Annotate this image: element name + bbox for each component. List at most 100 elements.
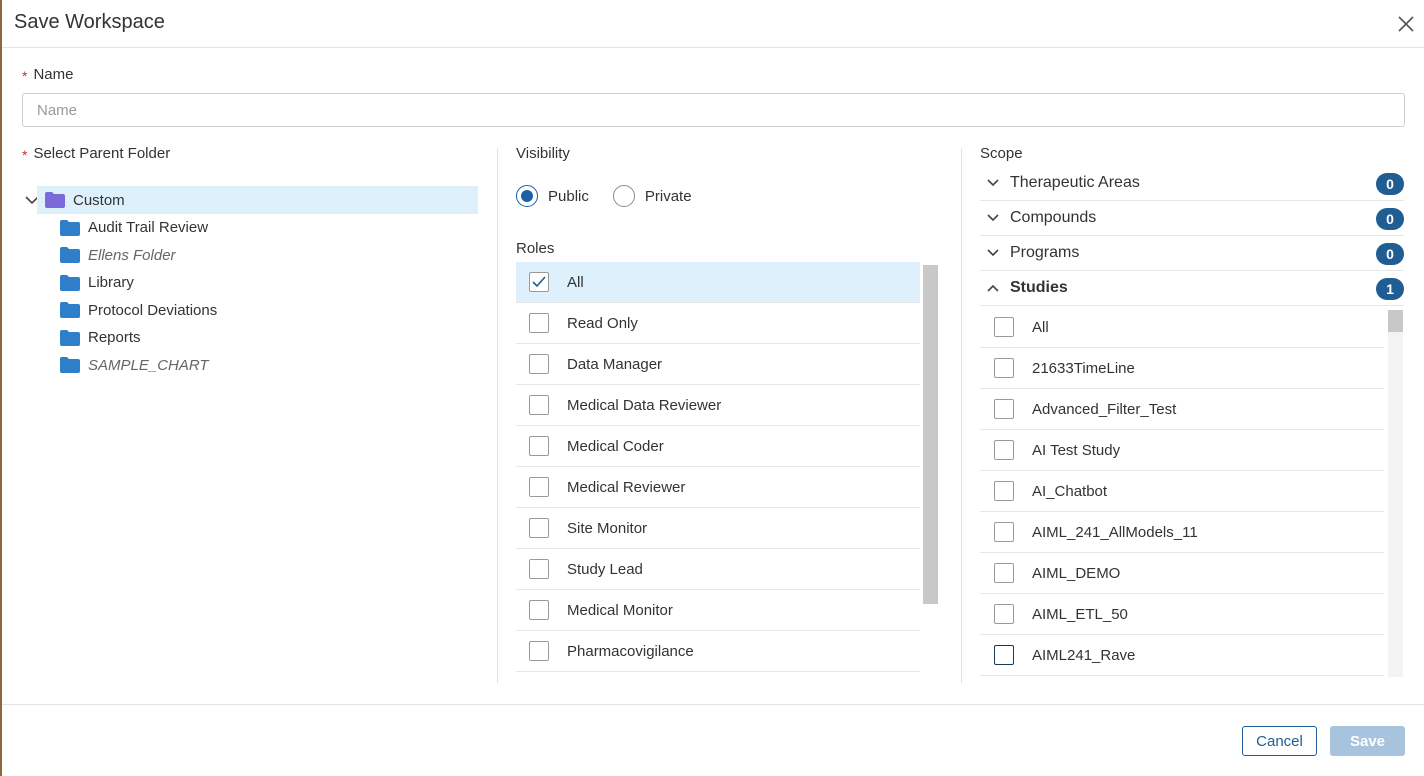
- scope-section-therapeutic-areas[interactable]: Therapeutic Areas 0: [980, 166, 1404, 201]
- column-divider: [961, 148, 962, 683]
- chevron-down-icon: [987, 214, 999, 222]
- study-name: AIML_ETL_50: [1032, 605, 1128, 623]
- folder-item[interactable]: Ellens Folder: [22, 242, 478, 270]
- study-row[interactable]: AIML_ETL_50: [980, 594, 1384, 635]
- folder-item[interactable]: Reports: [22, 324, 478, 352]
- radio-private[interactable]: Private: [612, 185, 692, 207]
- checkbox[interactable]: [994, 440, 1014, 460]
- role-row[interactable]: Study Lead: [516, 549, 920, 590]
- radio-public[interactable]: Public: [516, 185, 589, 207]
- checkbox[interactable]: [994, 358, 1014, 378]
- checkbox[interactable]: [529, 477, 549, 497]
- study-name: All: [1032, 318, 1049, 336]
- dialog-footer: Cancel Save: [2, 704, 1424, 776]
- checkbox[interactable]: [994, 645, 1014, 665]
- role-row[interactable]: Read Only: [516, 303, 920, 344]
- scope-section-studies[interactable]: Studies 1: [980, 271, 1404, 306]
- radio-label: Public: [548, 187, 589, 205]
- count-badge: 0: [1376, 173, 1404, 195]
- save-button[interactable]: Save: [1330, 726, 1405, 756]
- required-marker: *: [22, 68, 28, 84]
- role-row[interactable]: Medical Monitor: [516, 590, 920, 631]
- chevron-down-icon: [987, 179, 999, 187]
- folder-tree-root: Custom: [22, 186, 478, 214]
- checkbox[interactable]: [994, 317, 1014, 337]
- scope-section-title: Programs: [1010, 244, 1080, 261]
- dialog-header: Save Workspace: [2, 0, 1424, 48]
- role-name: Site Monitor: [567, 519, 648, 537]
- checkbox[interactable]: [994, 399, 1014, 419]
- chevron-down-icon: [987, 249, 999, 257]
- name-label: * Name: [22, 66, 74, 84]
- role-row[interactable]: Data Manager: [516, 344, 920, 385]
- name-label-text: Name: [33, 66, 74, 83]
- checkbox[interactable]: [529, 313, 549, 333]
- role-row[interactable]: Medical Coder: [516, 426, 920, 467]
- check-icon: [532, 276, 546, 288]
- checkbox[interactable]: [994, 604, 1014, 624]
- study-name: AIML_241_AllModels_11: [1032, 523, 1198, 541]
- study-row[interactable]: 21633TimeLine: [980, 348, 1384, 389]
- role-row[interactable]: Medical Data Reviewer: [516, 385, 920, 426]
- count-badge: 1: [1376, 278, 1404, 300]
- study-row[interactable]: All: [980, 307, 1384, 348]
- checkbox[interactable]: [529, 354, 549, 374]
- folder-item-custom[interactable]: Custom: [37, 186, 478, 214]
- study-row[interactable]: AI Test Study: [980, 430, 1384, 471]
- folder-name: Audit Trail Review: [88, 219, 209, 237]
- studies-scroll-track: [1388, 310, 1403, 677]
- role-row[interactable]: Medical Reviewer: [516, 467, 920, 508]
- studies-list: All 21633TimeLine Advanced_Filter_Test A…: [980, 307, 1384, 677]
- study-name: AI Test Study: [1032, 441, 1121, 459]
- roles-list: All Read Only Data Manager Medical Data …: [516, 262, 920, 674]
- study-row[interactable]: AIML_DEMO: [980, 553, 1384, 594]
- folder-name: Reports: [88, 329, 141, 347]
- study-name: AI_Chatbot: [1032, 482, 1108, 500]
- checkbox[interactable]: [529, 272, 549, 292]
- chevron-up-icon: [987, 284, 999, 292]
- study-row[interactable]: AIML241_Rave: [980, 635, 1384, 676]
- checkbox[interactable]: [529, 600, 549, 620]
- role-name: Medical Coder: [567, 437, 664, 455]
- visibility-label: Visibility: [516, 145, 570, 162]
- scope-label: Scope: [980, 145, 1023, 162]
- save-workspace-dialog: Save Workspace * Name * Select Parent Fold…: [2, 0, 1424, 776]
- cancel-button[interactable]: Cancel: [1242, 726, 1317, 756]
- folder-icon: [60, 219, 80, 236]
- count-badge: 0: [1376, 243, 1404, 265]
- roles-scrollbar[interactable]: [923, 265, 938, 604]
- folder-item[interactable]: Audit Trail Review: [22, 214, 478, 242]
- checkbox[interactable]: [529, 436, 549, 456]
- close-button[interactable]: [1394, 12, 1418, 36]
- study-row[interactable]: AIML_241_AllModels_11: [980, 512, 1384, 553]
- role-row[interactable]: Site Monitor: [516, 508, 920, 549]
- name-input[interactable]: [22, 93, 1405, 127]
- folder-item[interactable]: SAMPLE_CHART: [22, 352, 478, 380]
- role-row[interactable]: Pharmacovigilance: [516, 631, 920, 672]
- role-name: Medical Monitor: [567, 601, 673, 619]
- radio-circle: [516, 185, 538, 207]
- parent-folder-label: * Select Parent Folder: [22, 145, 170, 163]
- checkbox[interactable]: [529, 559, 549, 579]
- role-row-all[interactable]: All: [516, 262, 920, 303]
- scope-section-programs[interactable]: Programs 0: [980, 236, 1404, 271]
- checkbox[interactable]: [529, 518, 549, 538]
- radio-circle: [612, 185, 635, 207]
- folder-item[interactable]: Protocol Deviations: [22, 297, 478, 325]
- checkbox[interactable]: [994, 481, 1014, 501]
- checkbox[interactable]: [529, 395, 549, 415]
- checkbox[interactable]: [529, 641, 549, 661]
- study-name: Advanced_Filter_Test: [1032, 400, 1177, 418]
- column-divider: [497, 148, 498, 683]
- folder-item[interactable]: Library: [22, 269, 478, 297]
- scope-section-title: Studies: [1010, 279, 1068, 296]
- study-row[interactable]: AI_Chatbot: [980, 471, 1384, 512]
- scope-section-compounds[interactable]: Compounds 0: [980, 201, 1404, 236]
- checkbox[interactable]: [994, 563, 1014, 583]
- checkbox[interactable]: [994, 522, 1014, 542]
- role-name: Data Manager: [567, 355, 663, 373]
- study-row[interactable]: Advanced_Filter_Test: [980, 389, 1384, 430]
- folder-name: Custom: [73, 191, 125, 209]
- chevron: [980, 208, 1006, 228]
- studies-scrollbar[interactable]: [1388, 310, 1403, 332]
